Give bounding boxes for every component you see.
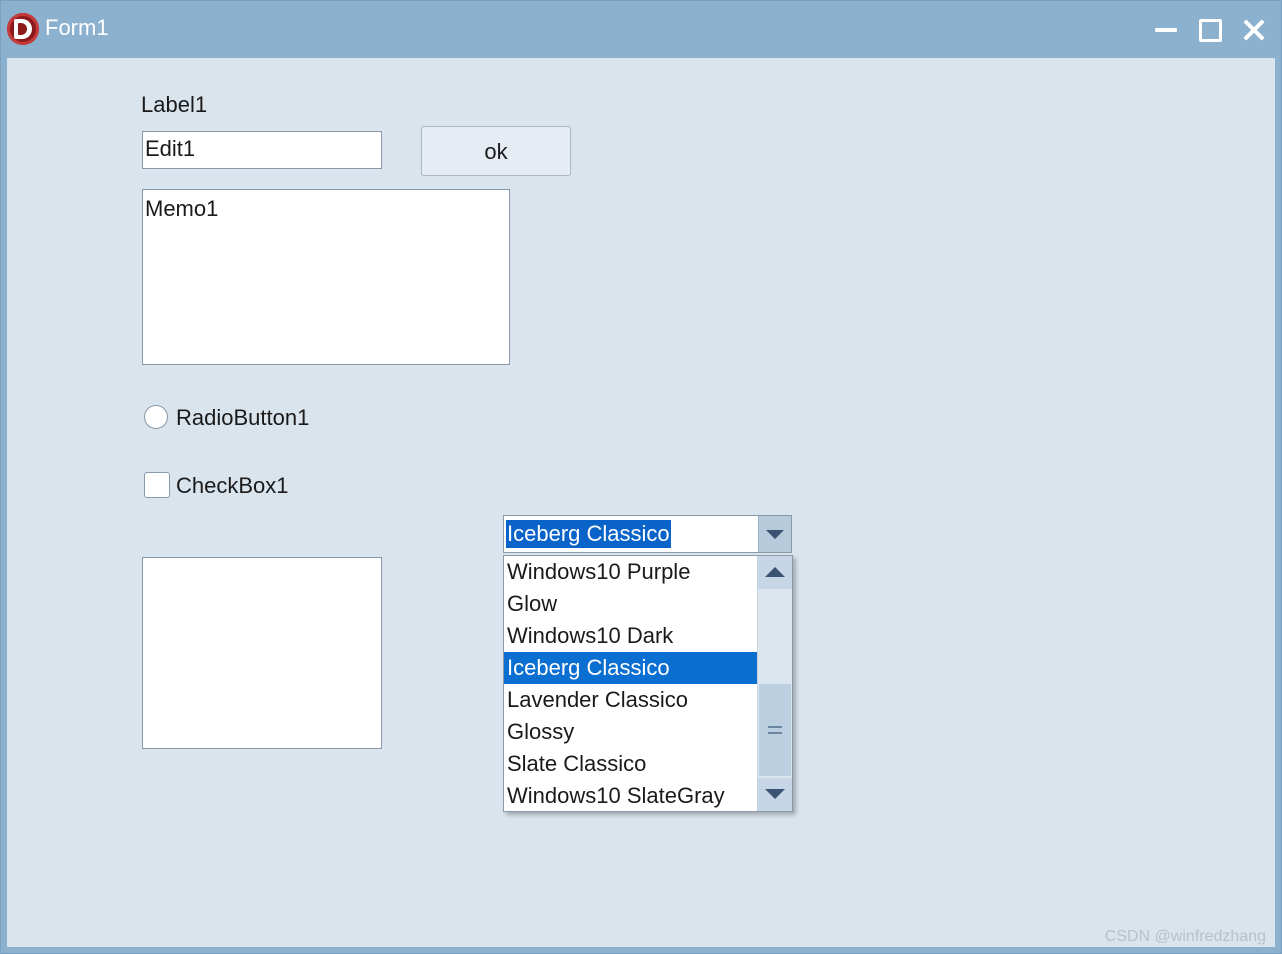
edit1-input[interactable]: Edit1: [142, 131, 382, 169]
title-bar[interactable]: Form1: [1, 1, 1281, 58]
dropdown-item[interactable]: Windows10 SlateGray: [504, 780, 759, 812]
minimize-icon[interactable]: [1153, 17, 1179, 43]
combobox-selected-text[interactable]: Iceberg Classico: [506, 520, 671, 548]
scrollbar-thumb[interactable]: [759, 684, 791, 776]
delphi-app-icon[interactable]: [7, 13, 39, 45]
combobox-dropdown-list[interactable]: Windows10 Purple Glow Windows10 Dark Ice…: [503, 555, 793, 812]
label1: Label1: [141, 92, 208, 117]
listbox[interactable]: [142, 557, 382, 749]
window-title: Form1: [45, 15, 109, 40]
dropdown-item[interactable]: Glow: [504, 588, 759, 620]
dropdown-scrollbar[interactable]: [757, 556, 792, 811]
dropdown-item[interactable]: Glossy: [504, 716, 759, 748]
style-combobox[interactable]: Iceberg Classico: [503, 515, 792, 553]
watermark: CSDN @winfredzhang: [1104, 928, 1266, 945]
maximize-icon[interactable]: [1197, 17, 1223, 43]
scroll-up-arrow-icon[interactable]: [758, 556, 792, 589]
dropdown-item-selected[interactable]: Iceberg Classico: [504, 652, 759, 684]
scroll-down-arrow-icon[interactable]: [758, 778, 792, 811]
checkbox-label[interactable]: CheckBox1: [176, 473, 289, 499]
dropdown-item[interactable]: Slate Classico: [504, 748, 759, 780]
radio-button-circle[interactable]: [144, 405, 168, 429]
ok-button[interactable]: ok: [421, 126, 571, 176]
close-icon[interactable]: [1241, 17, 1267, 43]
dropdown-item[interactable]: Windows10 Purple: [504, 556, 759, 588]
radio-button-label[interactable]: RadioButton1: [176, 405, 309, 431]
dropdown-item[interactable]: Windows10 Dark: [504, 620, 759, 652]
checkbox-box[interactable]: [144, 472, 170, 498]
memo1-textarea[interactable]: Memo1: [142, 189, 510, 365]
chevron-down-icon[interactable]: [758, 516, 791, 552]
dropdown-item[interactable]: Lavender Classico: [504, 684, 759, 716]
